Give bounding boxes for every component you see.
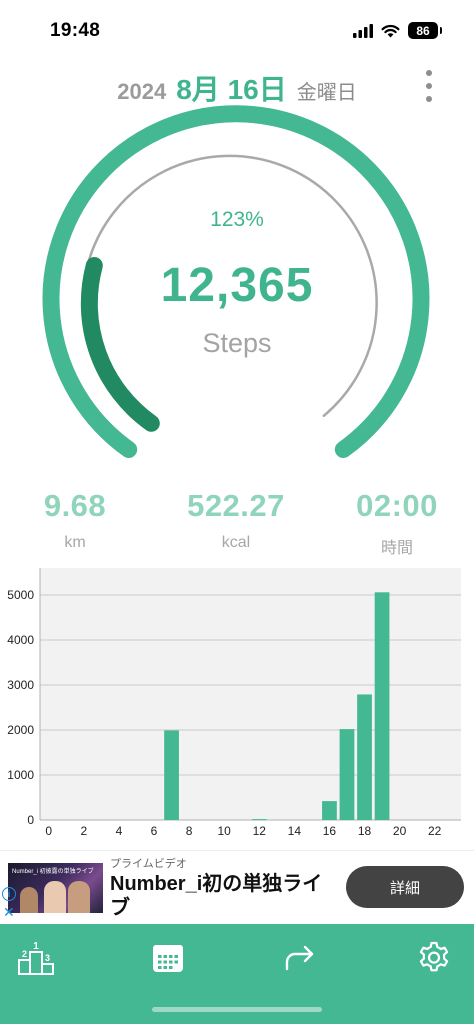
settings-icon: [419, 941, 449, 972]
stat-time: 02:00 時間: [322, 488, 472, 558]
chart-x-tick-label: 0: [45, 824, 52, 838]
home-indicator: [152, 1007, 322, 1012]
chart-bar: [374, 592, 390, 820]
chart-x-tick-label: 12: [253, 824, 267, 838]
chart-x-tick-label: 18: [358, 824, 372, 838]
stat-distance-unit: km: [64, 534, 86, 551]
chart-plot-area: [40, 568, 461, 820]
ad-thumbnail[interactable]: Number_i 初披露の単独ライブ: [8, 863, 103, 913]
ad-close-icon[interactable]: ✕: [3, 904, 15, 921]
battery-icon: 86: [408, 22, 442, 39]
tab-settings[interactable]: [412, 936, 456, 980]
share-icon: [285, 945, 314, 971]
svg-text:1: 1: [33, 941, 39, 952]
gauge-steps-value: 12,365: [160, 259, 314, 312]
stat-time-unit: 時間: [380, 540, 413, 557]
chart-y-tick-label: 1000: [7, 768, 34, 782]
svg-text:2: 2: [22, 949, 27, 959]
ad-thumbnail-caption: Number_i 初披露の単独ライブ: [12, 869, 94, 875]
ad-sponsor: プライムビデオ: [110, 858, 187, 870]
gauge-steps-unit: Steps: [202, 328, 272, 358]
stat-distance-value: 9.68: [43, 488, 107, 523]
ad-detail-button[interactable]: 詳細: [346, 866, 464, 908]
status-time: 19:48: [50, 20, 101, 41]
chart-x-tick-label: 14: [288, 824, 302, 838]
stat-calories: 522.27 kcal: [161, 488, 311, 552]
ad-title[interactable]: Number_i初の単独ライブ: [110, 872, 335, 920]
stat-calories-unit: kcal: [221, 534, 251, 551]
gauge-percent: 123%: [210, 208, 264, 231]
stats-row: 9.68 km 522.27 kcal 02:00 時間: [0, 488, 474, 558]
stat-distance: 9.68 km: [0, 488, 150, 552]
chart-bar: [164, 730, 179, 820]
chart-x-tick-label: 22: [428, 824, 442, 838]
chart-x-tick-label: 10: [218, 824, 232, 838]
chart-x-tick-label: 16: [323, 824, 337, 838]
status-icons: 86: [353, 22, 442, 39]
chart-y-tick-label: 2000: [7, 723, 34, 737]
chart-y-tick-label: 4000: [7, 633, 34, 647]
signal-icon: [353, 23, 373, 38]
ranking-icon: 1 2 3: [18, 941, 54, 975]
ad-info-icon[interactable]: i: [2, 887, 16, 901]
battery-level: 86: [416, 23, 430, 38]
more-menu-icon[interactable]: [422, 70, 436, 102]
chart-bar: [357, 694, 372, 820]
stat-time-value: 02:00: [356, 488, 438, 523]
chart-bar: [322, 801, 337, 820]
tab-ranking[interactable]: 1 2 3: [14, 936, 58, 980]
tab-share[interactable]: [278, 936, 322, 980]
chart-svg: 0 1000 2000 3000 4000 5000 0 2 4 6 8 10 12 14 16 18 20 22: [7, 568, 461, 838]
hourly-steps-chart: 0 1000 2000 3000 4000 5000 0 2 4 6 8 10 12 14 16 18 20 22: [0, 560, 474, 842]
chart-y-tick-label: 5000: [7, 588, 34, 602]
chart-x-tick-label: 20: [393, 824, 407, 838]
calendar-icon: [153, 945, 183, 972]
chart-y-tick-label: 3000: [7, 678, 34, 692]
chart-x-tick-label: 8: [186, 824, 193, 838]
stat-calories-value: 522.27: [187, 488, 285, 523]
chart-x-tick-label: 6: [151, 824, 158, 838]
chart-y-tick-label: 0: [27, 813, 34, 827]
status-bar: 19:48 86: [0, 0, 474, 60]
chart-x-tick-label: 4: [116, 824, 123, 838]
chart-bar: [339, 729, 355, 820]
chart-x-tick-label: 2: [81, 824, 88, 838]
tab-calendar[interactable]: [146, 936, 190, 980]
svg-text:3: 3: [45, 953, 50, 963]
wifi-icon: [381, 24, 400, 37]
chart-bar: [251, 819, 267, 821]
